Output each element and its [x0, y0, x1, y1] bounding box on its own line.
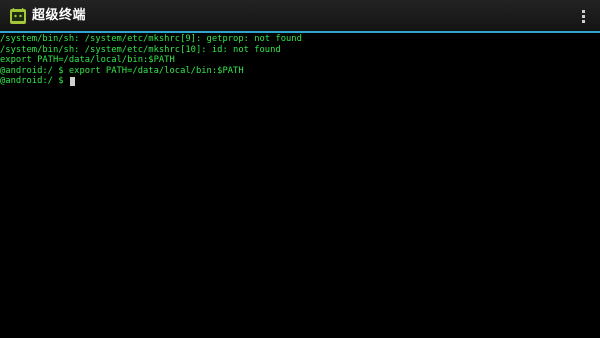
action-bar-divider [0, 31, 600, 33]
overflow-dot [581, 14, 585, 18]
text-cursor [69, 77, 75, 87]
overflow-menu-icon[interactable] [576, 6, 590, 26]
terminal-app: 超级终端 /system/bin/sh: /system/etc/mkshrc[… [0, 0, 600, 338]
terminal-line: /system/bin/sh: /system/etc/mkshrc[10]: … [0, 44, 281, 55]
terminal-prompt: @android:/ $ [0, 76, 69, 87]
terminal-prompt-line[interactable]: @android:/ $ [0, 76, 600, 87]
overflow-dot [581, 9, 585, 13]
terminal-line: @android:/ $ export PATH=/data/local/bin… [0, 65, 244, 76]
android-terminal-icon[interactable] [9, 7, 27, 25]
app-title: 超级终端 [32, 8, 87, 23]
terminal-line: /system/bin/sh: /system/etc/mkshrc[9]: g… [0, 34, 302, 44]
overflow-dot [581, 19, 585, 23]
action-bar: 超级终端 [0, 0, 600, 31]
terminal-output[interactable]: /system/bin/sh: /system/etc/mkshrc[9]: g… [0, 34, 600, 338]
terminal-line: export PATH=/data/local/bin:$PATH [0, 55, 175, 66]
